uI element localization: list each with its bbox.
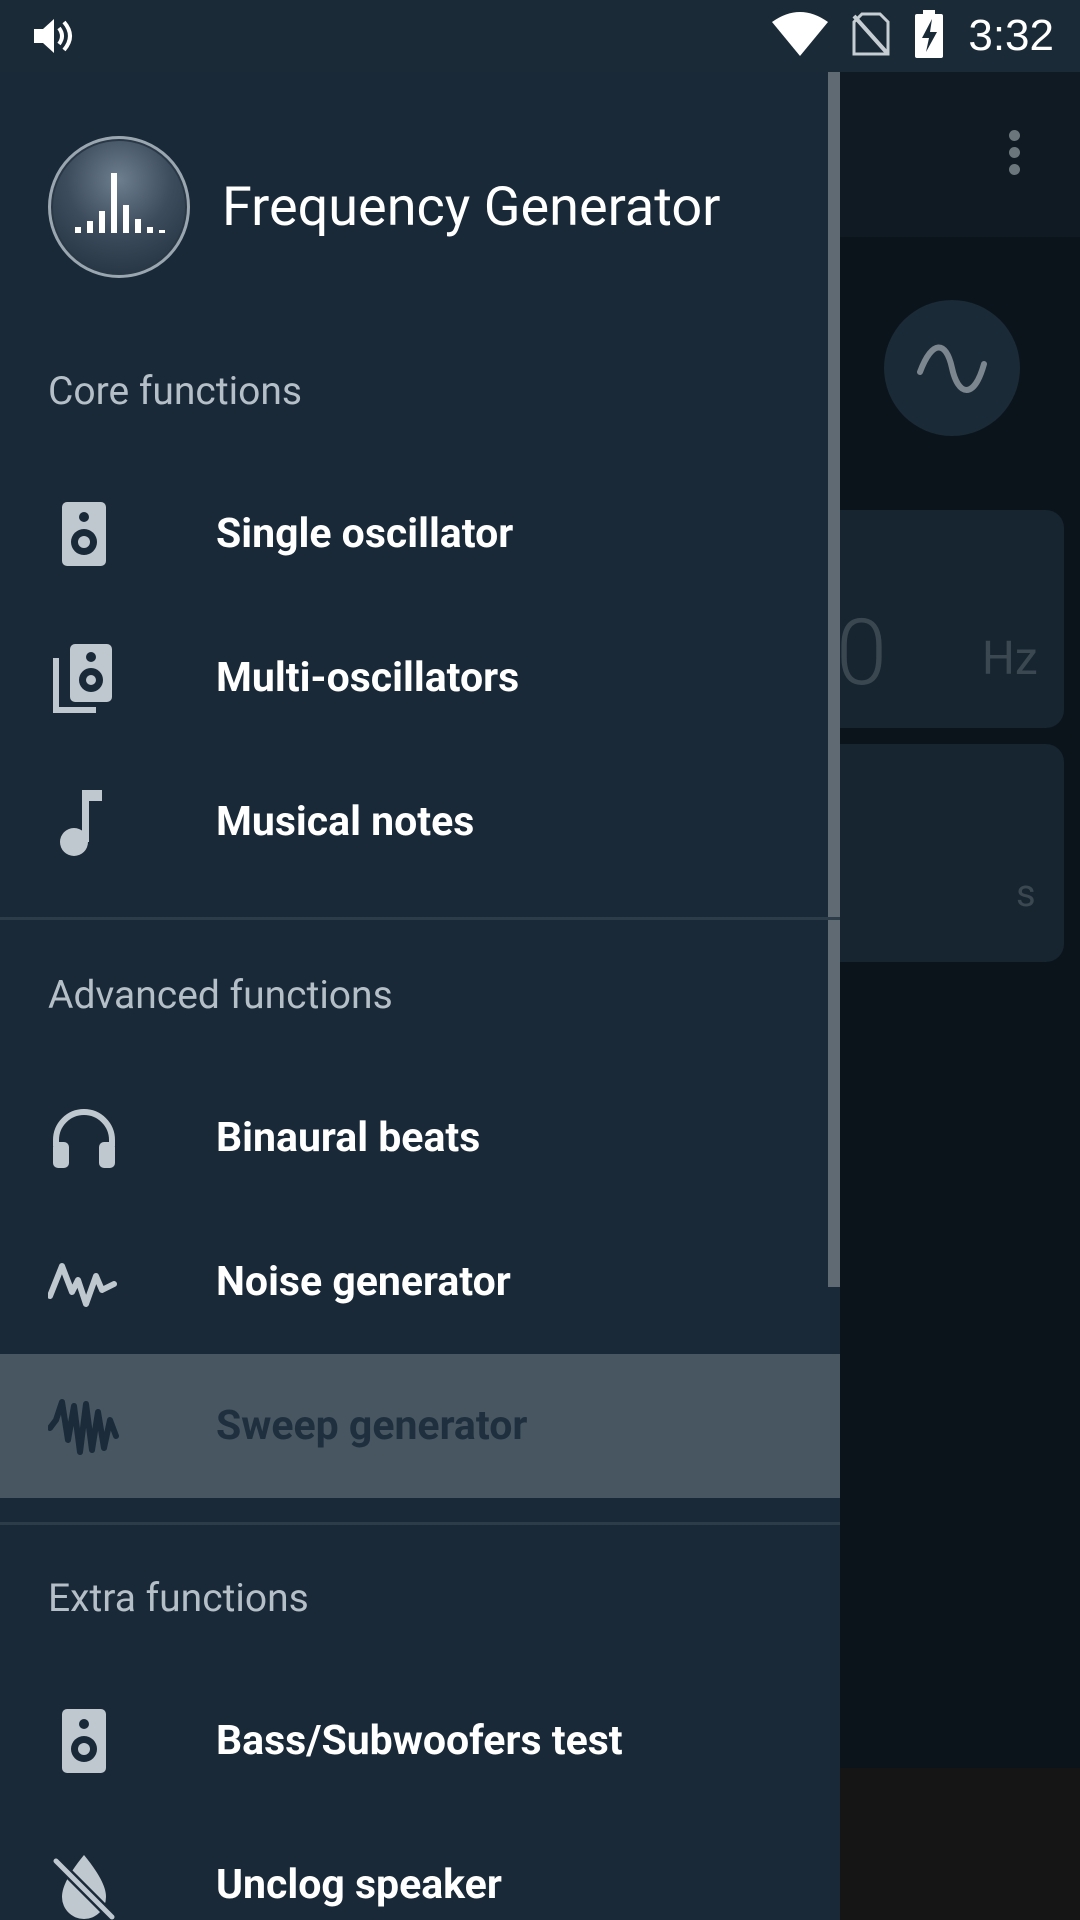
waveform-button[interactable] — [884, 300, 1020, 436]
nav-item-multi-oscillators[interactable]: Multi-oscillators — [0, 606, 840, 750]
nav-item-label: Sweep generator — [216, 1402, 528, 1450]
headphones-icon — [48, 1102, 120, 1174]
noise-wave-icon — [47, 1246, 120, 1318]
nav-item-unclog-speaker[interactable]: Unclog speaker — [0, 1813, 840, 1920]
section-core-functions: Core functions — [48, 368, 302, 414]
nav-item-label: Multi-oscillators — [216, 654, 520, 702]
wifi-icon — [772, 12, 829, 60]
nav-item-label: Musical notes — [216, 798, 475, 846]
app-title: Frequency Generator — [222, 176, 721, 239]
speaker-icon — [48, 498, 120, 570]
nav-item-noise-generator[interactable]: Noise generator — [0, 1210, 840, 1354]
equalizer-icon — [75, 173, 165, 233]
app-logo — [48, 136, 190, 278]
frequency-unit: Hz — [982, 632, 1038, 686]
section-divider — [0, 1522, 840, 1525]
duration-unit: s — [1016, 872, 1036, 916]
section-advanced-functions: Advanced functions — [48, 972, 393, 1018]
nav-item-label: Bass/Subwoofers test — [216, 1717, 623, 1765]
frequency-value: 0 — [836, 600, 888, 707]
speaker-icon — [48, 1705, 120, 1777]
status-time: 3:32 — [968, 11, 1054, 60]
unclog-speaker-icon — [48, 1849, 120, 1920]
nav-item-label: Binaural beats — [216, 1114, 481, 1162]
nav-item-label: Unclog speaker — [216, 1861, 502, 1909]
nav-item-binaural-beats[interactable]: Binaural beats — [0, 1066, 840, 1210]
overflow-menu-icon[interactable] — [998, 130, 1030, 182]
nav-item-bass-subwoofers-test[interactable]: Bass/Subwoofers test — [0, 1669, 840, 1813]
volume-icon — [30, 14, 74, 62]
sine-wave-icon — [917, 344, 987, 393]
nav-item-label: Single oscillator — [216, 510, 514, 558]
nav-item-musical-notes[interactable]: Musical notes — [0, 750, 840, 894]
nav-item-single-oscillator[interactable]: Single oscillator — [0, 462, 840, 606]
drawer-header: Frequency Generator — [0, 72, 828, 342]
battery-charging-icon — [914, 10, 944, 62]
multi-speaker-icon — [48, 642, 120, 714]
navigation-drawer: Frequency Generator Core functions Singl… — [0, 72, 840, 1920]
nav-item-label: Noise generator — [216, 1258, 511, 1306]
section-divider — [0, 917, 840, 920]
duration-card[interactable] — [810, 744, 1064, 962]
music-note-icon — [48, 786, 120, 858]
section-extra-functions: Extra functions — [48, 1575, 309, 1621]
nav-item-sweep-generator[interactable]: Sweep generator — [0, 1354, 840, 1498]
status-bar: 3:32 — [0, 0, 1080, 72]
no-sim-icon — [852, 12, 890, 60]
sweep-wave-icon — [47, 1390, 120, 1462]
